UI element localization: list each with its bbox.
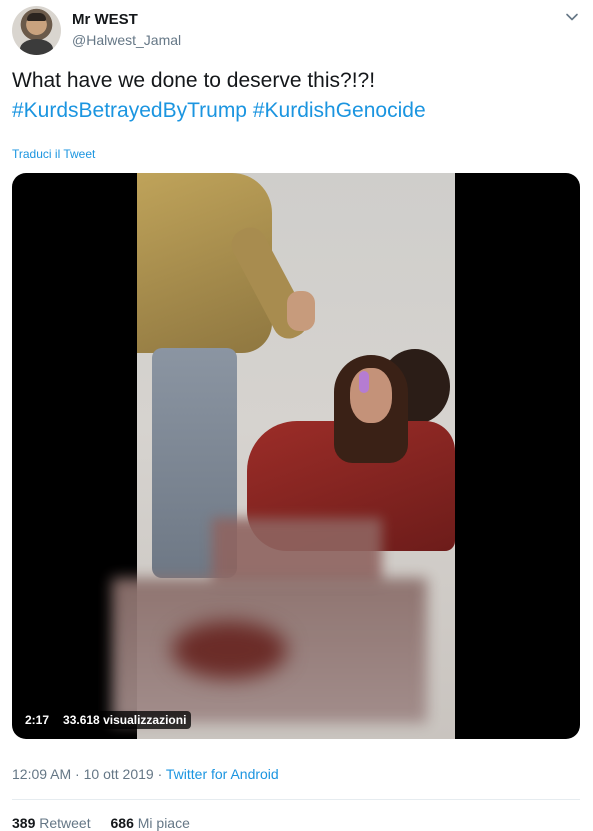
tweet-date[interactable]: 10 ott 2019 xyxy=(84,766,154,782)
video-figure xyxy=(359,371,369,393)
divider xyxy=(12,799,580,800)
hashtag-link[interactable]: #KurdsBetrayedByTrump xyxy=(12,99,247,122)
tweet-stats: 389 Retweet 686 Mi piace xyxy=(12,815,206,831)
tweet-meta: 12:09 AM · 10 ott 2019 · Twitter for And… xyxy=(12,766,279,782)
video-figure xyxy=(350,368,392,423)
likes-label: Mi piace xyxy=(137,815,190,831)
tweet-time[interactable]: 12:09 AM xyxy=(12,766,71,782)
tweet-body: What have we done to deserve this?!?! xyxy=(12,69,376,92)
hashtag-list: #KurdsBetrayedByTrump #KurdishGenocide xyxy=(12,96,572,126)
chevron-down-icon[interactable] xyxy=(565,10,579,24)
meta-separator: · xyxy=(157,766,163,782)
tweet-source[interactable]: Twitter for Android xyxy=(166,766,279,782)
video-figure xyxy=(287,291,315,331)
meta-separator: · xyxy=(75,766,80,782)
user-handle[interactable]: @Halwest_Jamal xyxy=(72,32,181,48)
translate-tweet-link[interactable]: Traduci il Tweet xyxy=(12,147,95,161)
retweets-stat[interactable]: 389 Retweet xyxy=(12,815,95,831)
display-name[interactable]: Mr WEST xyxy=(72,11,138,28)
video-player[interactable]: 2:17 33.618 visualizzazioni xyxy=(12,173,580,739)
retweets-label: Retweet xyxy=(39,815,91,831)
video-badges: 2:17 33.618 visualizzazioni xyxy=(20,711,192,729)
video-views: 33.618 visualizzazioni xyxy=(58,711,192,729)
tweet-text: What have we done to deserve this?!?! #K… xyxy=(12,66,572,126)
avatar-shirt xyxy=(20,39,53,55)
avatar[interactable] xyxy=(12,6,61,55)
retweets-count: 389 xyxy=(12,815,36,831)
avatar-hair xyxy=(27,13,46,21)
censor-blur xyxy=(172,621,287,679)
video-duration: 2:17 xyxy=(20,711,55,729)
hashtag-link[interactable]: #KurdishGenocide xyxy=(253,99,426,122)
likes-count: 686 xyxy=(110,815,134,831)
likes-stat[interactable]: 686 Mi piace xyxy=(111,815,190,831)
